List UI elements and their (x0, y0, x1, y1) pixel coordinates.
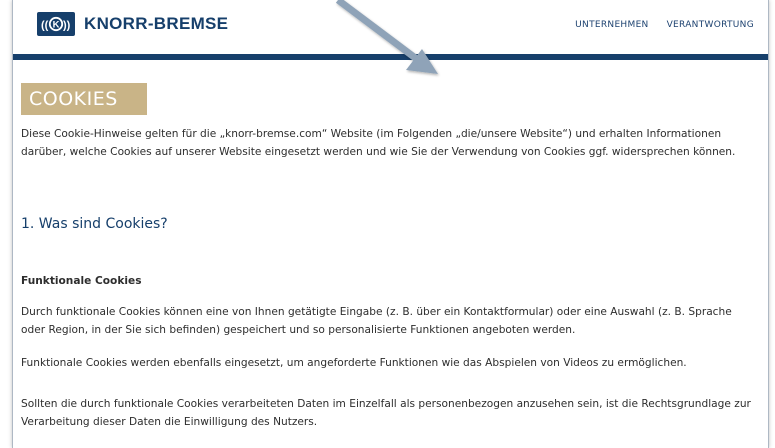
page-title: COOKIES (29, 88, 118, 110)
svg-text:((: (( (41, 20, 49, 32)
main-content: COOKIES Diese Cookie-Hinweise gelten für… (21, 60, 756, 448)
knorr-bremse-logo-icon[interactable]: (( K )) (37, 12, 75, 36)
site-header: (( K )) KNORR-BREMSE UNTERNEHMEN VERANTW… (13, 0, 768, 60)
nav-item-unternehmen[interactable]: UNTERNEHMEN (575, 20, 648, 30)
section-heading-what-are-cookies: 1. Was sind Cookies? (21, 216, 168, 232)
browser-page: (( K )) KNORR-BREMSE UNTERNEHMEN VERANTW… (12, 0, 769, 448)
page-title-box: COOKIES (21, 83, 147, 115)
main-nav: UNTERNEHMEN VERANTWORTUNG (575, 20, 754, 30)
nav-item-verantwortung[interactable]: VERANTWORTUNG (667, 20, 754, 30)
functional-cookies-paragraph-2: Funktionale Cookies werden ebenfalls ein… (21, 357, 687, 369)
brand-name[interactable]: KNORR-BREMSE (84, 14, 228, 34)
functional-cookies-paragraph-3: Sollten die durch funktionale Cookies ve… (21, 398, 751, 428)
intro-paragraph: Diese Cookie-Hinweise gelten für die „kn… (21, 128, 736, 158)
svg-text:)): )) (63, 20, 71, 32)
functional-cookies-heading: Funktionale Cookies (21, 275, 142, 287)
functional-cookies-paragraph-1: Durch funktionale Cookies können eine vo… (21, 306, 732, 336)
svg-text:K: K (53, 20, 60, 31)
